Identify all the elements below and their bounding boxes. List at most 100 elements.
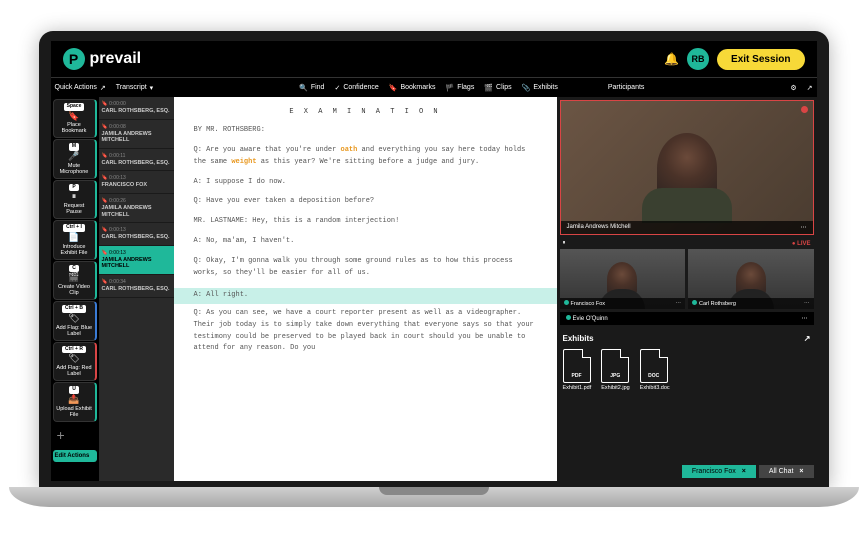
video-name: Carl Rothsberg xyxy=(699,301,736,307)
participants-label: Participants xyxy=(608,84,645,91)
action-icon: 🔖 xyxy=(68,112,79,122)
speaker-segment[interactable]: 🔖 0:00:13JAMILA ANDREWS MITCHELL xyxy=(99,246,174,275)
notifications-icon[interactable]: 🔔 xyxy=(664,52,679,66)
action-label: Add Flag: Red Label xyxy=(56,365,93,377)
action-icon: 🎬 xyxy=(68,273,79,283)
video-mini[interactable]: Evie O'Quinn ⋯ xyxy=(560,312,814,325)
timestamp: 🔖 0:00:34 xyxy=(102,279,171,285)
find-button[interactable]: 🔍 Find xyxy=(299,84,324,92)
exhibit-item[interactable]: DOC Exhibit3.doc xyxy=(640,349,670,391)
exhibit-item[interactable]: PDFExhibit1.pdf xyxy=(563,349,592,391)
transcript-line: Q: As you can see, we have a court repor… xyxy=(194,308,537,356)
timestamp: 🔖 0:00:13 xyxy=(102,227,171,233)
transcript-line: Q: Have you ever taken a deposition befo… xyxy=(194,196,537,208)
transcript-line: A: I suppose I do now. xyxy=(194,177,537,189)
quick-action[interactable]: Space🔖Place Bookmark xyxy=(53,99,97,138)
action-icon: 🎤 xyxy=(68,152,79,162)
exhibits-title: Exhibits xyxy=(563,334,594,343)
transcript-byline: BY MR. ROTHSBERG: xyxy=(194,125,537,137)
quick-actions-menu[interactable]: Quick Actions ↗ xyxy=(55,84,106,92)
video-main-name: Jamila Andrews Mitchell xyxy=(567,224,631,231)
exhibits-button[interactable]: 📎 Exhibits xyxy=(522,84,558,92)
participants-panel: Jamila Andrews Mitchell⋯ ⏸ ● LIVE Franci… xyxy=(557,97,817,481)
speaker-segment[interactable]: 🔖 0:00:11CARL ROTHSBERG, ESQ. xyxy=(99,149,174,172)
action-icon: 📤 xyxy=(68,395,79,405)
video-name: Francisco Fox xyxy=(571,301,606,307)
timestamp: 🔖 0:00:08 xyxy=(102,124,171,130)
exit-session-button[interactable]: Exit Session xyxy=(717,49,804,70)
video-main[interactable]: Jamila Andrews Mitchell ⋯ xyxy=(560,100,814,235)
timestamp: 🔖 0:00:13 xyxy=(102,175,171,181)
speaker-name: JAMILA ANDREWS MITCHELL xyxy=(102,257,171,270)
speaker-name: FRANCISCO FOX xyxy=(102,182,171,189)
transcript-line: Q: Okay, I'm gonna walk you through some… xyxy=(194,256,537,280)
exhibits-section: Exhibits ↗ PDFExhibit1.pdf JPG Exhibit2.jpg… xyxy=(557,328,817,397)
speaker-segment[interactable]: 🔖 0:00:00CARL ROTHSBERG, ESQ. xyxy=(99,97,174,120)
file-icon: PDF xyxy=(563,349,591,383)
settings-icon[interactable]: ⚙ xyxy=(790,84,796,92)
speaker-name: CARL ROTHSBERG, ESQ. xyxy=(102,234,171,241)
file-icon: JPG xyxy=(601,349,629,383)
shortcut-key: M xyxy=(69,143,79,151)
brand-name: prevail xyxy=(90,50,142,68)
video-name: Evie O'Quinn xyxy=(573,316,608,322)
person-avatar xyxy=(657,133,717,203)
more-icon[interactable]: ⋯ xyxy=(804,301,810,307)
brand-logo: P prevail xyxy=(63,48,142,70)
more-icon[interactable]: ⋯ xyxy=(801,224,807,231)
person-avatar xyxy=(607,262,637,297)
action-label: Request Pause xyxy=(56,203,93,215)
action-label: Create Video Clip xyxy=(56,284,93,296)
clips-button[interactable]: 🎬 Clips xyxy=(484,84,511,92)
quick-action[interactable]: M🎤Mute Microphone xyxy=(53,139,97,178)
file-name: Exhibit3.doc xyxy=(640,385,670,391)
transcript-menu[interactable]: Transcript ▾ xyxy=(116,84,153,92)
confidence-button[interactable]: ✓ Confidence xyxy=(334,84,378,92)
user-avatar[interactable]: RB xyxy=(687,48,709,70)
more-icon[interactable]: ⋯ xyxy=(676,301,682,307)
popout-icon[interactable]: ↗ xyxy=(804,334,811,343)
transcript-body[interactable]: E X A M I N A T I O N BY MR. ROTHSBERG: … xyxy=(174,97,557,481)
edit-actions-button[interactable]: Edit Actions xyxy=(53,450,97,462)
speaker-name: CARL ROTHSBERG, ESQ. xyxy=(102,108,171,115)
expand-icon[interactable]: ↗ xyxy=(807,84,813,92)
action-label: Add Flag: Blue Label xyxy=(56,325,93,337)
add-action-button[interactable]: + xyxy=(53,423,97,447)
exhibit-item[interactable]: JPG Exhibit2.jpg xyxy=(601,349,629,391)
speaker-segment[interactable]: 🔖 0:00:34CARL ROTHSBERG, ESQ. xyxy=(99,275,174,298)
quick-action[interactable]: Ctrl + R🏷Add Flag: Red Label xyxy=(53,342,97,381)
pause-icon[interactable]: ⏸ xyxy=(563,240,566,247)
more-icon[interactable]: ⋯ xyxy=(802,315,808,322)
close-icon[interactable]: × xyxy=(742,468,746,475)
speaker-segment[interactable]: 🔖 0:00:13CARL ROTHSBERG, ESQ. xyxy=(99,223,174,246)
speaker-name: CARL ROTHSBERG, ESQ. xyxy=(102,286,171,293)
quick-action[interactable]: Ctrl + B🏷Add Flag: Blue Label xyxy=(53,301,97,340)
app-header: P prevail 🔔 RB Exit Session xyxy=(51,41,817,77)
quick-actions-sidebar: Space🔖Place BookmarkM🎤Mute MicrophoneP⏸R… xyxy=(51,97,99,481)
action-label: Mute Microphone xyxy=(56,163,93,175)
video-thumb[interactable]: Francisco Fox ⋯ xyxy=(560,249,686,309)
shortcut-key: P xyxy=(69,184,78,192)
quick-action[interactable]: C🎬Create Video Clip xyxy=(53,261,97,300)
quick-action[interactable]: P⏸Request Pause xyxy=(53,180,97,219)
transcript-heading: E X A M I N A T I O N xyxy=(194,107,537,119)
speaker-segment[interactable]: 🔖 0:00:26JAMILA ANDREWS MITCHELL xyxy=(99,194,174,223)
speaker-segment[interactable]: 🔖 0:00:13FRANCISCO FOX xyxy=(99,171,174,194)
shortcut-key: Ctrl + B xyxy=(62,305,86,313)
chat-tab-user[interactable]: Francisco Fox× xyxy=(682,465,756,478)
speaker-segment[interactable]: 🔖 0:00:08JAMILA ANDREWS MITCHELL xyxy=(99,120,174,149)
quick-action[interactable]: Ctrl + I📄Introduce Exhibit File xyxy=(53,220,97,259)
quick-action[interactable]: U📤Upload Exhibit File xyxy=(53,382,97,421)
logo-mark-icon: P xyxy=(63,48,85,70)
file-name: Exhibit2.jpg xyxy=(601,385,629,391)
bookmarks-button[interactable]: 🔖 Bookmarks xyxy=(389,84,436,92)
flags-button[interactable]: 🏴 Flags xyxy=(445,84,474,92)
action-icon: 📄 xyxy=(68,233,79,243)
video-thumb[interactable]: Carl Rothsberg ⋯ xyxy=(688,249,814,309)
close-icon[interactable]: × xyxy=(799,468,803,475)
file-icon: DOC xyxy=(640,349,668,383)
chat-tab-all[interactable]: All Chat× xyxy=(759,465,814,478)
action-icon: 🏷 xyxy=(68,314,79,324)
action-label: Upload Exhibit File xyxy=(56,406,93,418)
transcript-line-selected: A: All right. xyxy=(174,288,557,304)
